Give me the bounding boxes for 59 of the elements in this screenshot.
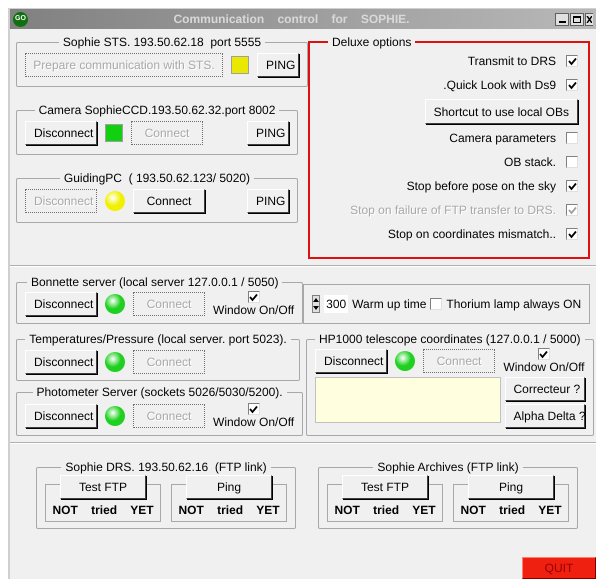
group-title: HP1000 telescope coordinates (127.0.0.1 / 5000): [318, 331, 582, 348]
spin-buttons-icon[interactable]: [312, 295, 320, 313]
button[interactable]: PING: [247, 189, 289, 213]
group-title: Deluxe options: [331, 34, 412, 51]
checkbox[interactable]: [248, 403, 260, 415]
checkbox-label: OB stack.: [504, 154, 556, 171]
button[interactable]: Correcteur ?: [504, 377, 585, 401]
button[interactable]: Connect: [133, 189, 205, 213]
minimize-button[interactable]: [555, 12, 569, 26]
button[interactable]: Test FTP: [342, 475, 428, 499]
checkbox[interactable]: [538, 348, 550, 360]
group-title: Photometer Server (sockets 5026/5030/5200).: [36, 384, 284, 401]
button[interactable]: Ping: [186, 475, 272, 499]
status-text: NOT tried YET: [52, 502, 154, 519]
button[interactable]: Disconnect: [25, 350, 97, 374]
status-text: NOT tried YET: [460, 502, 562, 519]
button[interactable]: Disconnect: [315, 349, 387, 373]
button[interactable]: Ping: [468, 475, 554, 499]
checkbox[interactable]: [566, 132, 578, 144]
group-title: Sophie Archives (FTP link): [376, 459, 520, 476]
group-title: GuidingPC ( 193.50.62.123/ 5020): [62, 170, 252, 187]
checkbox-label: Stop on failure of FTP transfer to DRS.: [350, 202, 556, 219]
checkbox-label: Window On/Off: [213, 303, 294, 317]
checkbox-label: Thorium lamp always ON: [446, 296, 582, 313]
checkbox-label: Window On/Off: [213, 415, 294, 429]
group-title: Bonnette server (local server 127.0.0.1 / 5050): [30, 274, 280, 291]
button[interactable]: Disconnect: [25, 292, 97, 316]
warmup-label: Warm up time: [352, 296, 426, 313]
group-title: Sophie STS. 193.50.62.18 port 5555: [62, 34, 262, 51]
checkbox-label: Stop on coordinates mismatch..: [388, 226, 556, 243]
checkbox[interactable]: [566, 156, 578, 168]
button[interactable]: PING: [257, 53, 299, 77]
checkbox[interactable]: [248, 291, 260, 303]
button[interactable]: Disconnect: [25, 404, 97, 428]
checkbox[interactable]: [566, 228, 578, 240]
close-button[interactable]: [585, 12, 593, 26]
group-title: Temperatures/Pressure (local server. port 5023).: [28, 331, 288, 348]
checkbox-label: Stop before pose on the sky: [406, 178, 556, 195]
maximize-button[interactable]: [570, 12, 584, 26]
checkbox[interactable]: [566, 55, 578, 67]
button[interactable]: Disconnect: [25, 121, 97, 145]
button[interactable]: Test FTP: [60, 475, 146, 499]
checkbox-label: Window On/Off: [503, 360, 585, 374]
minimize-icon: [558, 20, 566, 22]
checkbox[interactable]: [430, 298, 442, 310]
checkbox-label: .Quick Look with Ds9: [443, 77, 556, 94]
status-text: NOT tried YET: [334, 502, 436, 519]
status-text: NOT tried YET: [178, 502, 280, 519]
checkbox-label: Transmit to DRS: [468, 53, 556, 70]
button[interactable]: PING: [247, 121, 289, 145]
shortcut-button[interactable]: Shortcut to use local OBs: [424, 99, 578, 124]
checkbox[interactable]: [566, 79, 578, 91]
group-title: Sophie DRS. 193.50.62.16 (FTP link): [64, 459, 268, 476]
checkbox[interactable]: [566, 180, 578, 192]
maximize-icon: [573, 16, 581, 22]
group-title: Camera SophieCCD.193.50.62.32.port 8002: [38, 102, 276, 119]
close-icon: [586, 16, 592, 22]
checkbox-label: Camera parameters: [449, 130, 556, 147]
input-field[interactable]: 300: [324, 295, 348, 313]
